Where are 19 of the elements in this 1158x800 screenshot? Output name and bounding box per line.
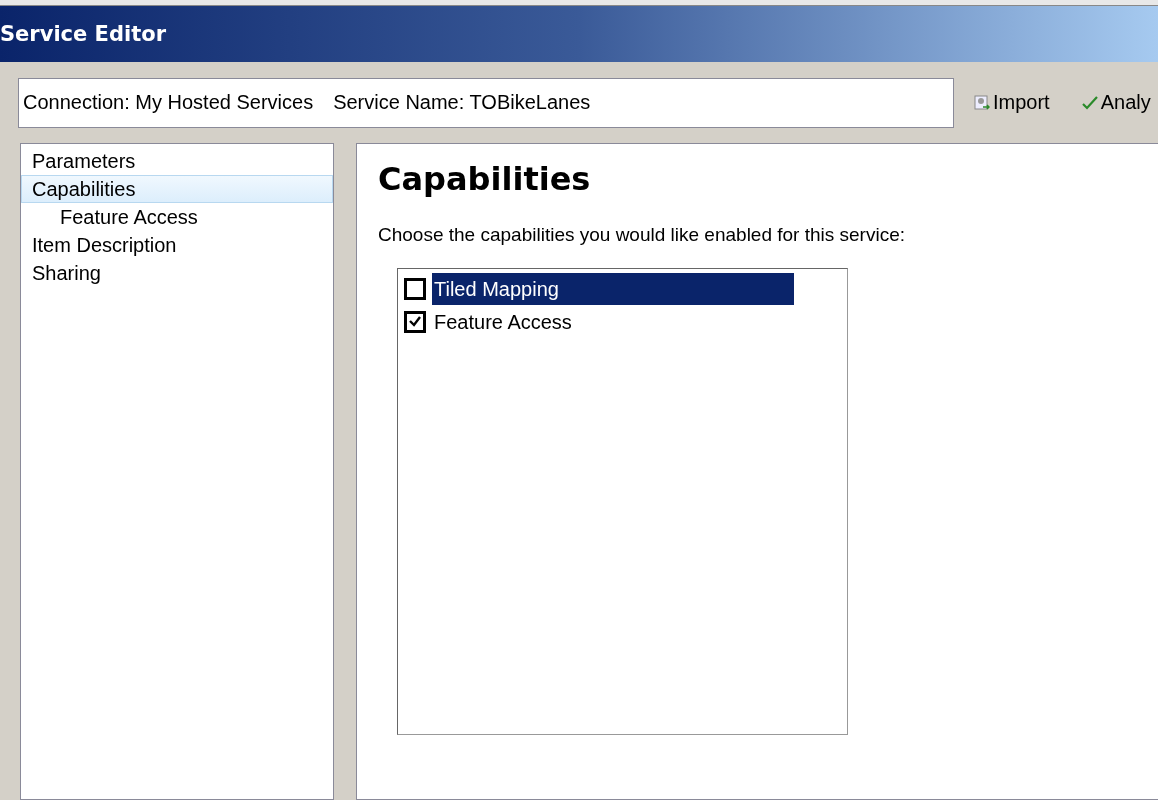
checkmark-icon [1081,95,1098,110]
sidebar-item[interactable]: Feature Access [21,203,333,231]
capability-item[interactable]: Tiled Mapping [432,272,794,305]
sidebar-item[interactable]: Parameters [21,147,333,175]
sidebar-item[interactable]: Item Description [21,231,333,259]
service-name-label: Service Name: TOBikeLanes [333,91,591,114]
sidebar-item[interactable]: Sharing [21,259,333,287]
sidebar-item[interactable]: Capabilities [21,175,333,203]
import-icon [974,94,990,111]
checkmark-icon [409,316,421,327]
analyze-button[interactable]: Analy [1081,91,1151,114]
section-heading: Capabilities [378,160,591,198]
instruction-text: Choose the capabilities you would like enabled for this service: [378,224,906,246]
checkbox[interactable] [404,310,426,333]
checkbox[interactable] [404,277,426,300]
window-title: Service Editor [0,22,166,46]
capability-item[interactable]: Feature Access [432,305,794,338]
connection-label: Connection: My Hosted Services [23,91,314,114]
import-button[interactable]: Import [974,91,1050,114]
